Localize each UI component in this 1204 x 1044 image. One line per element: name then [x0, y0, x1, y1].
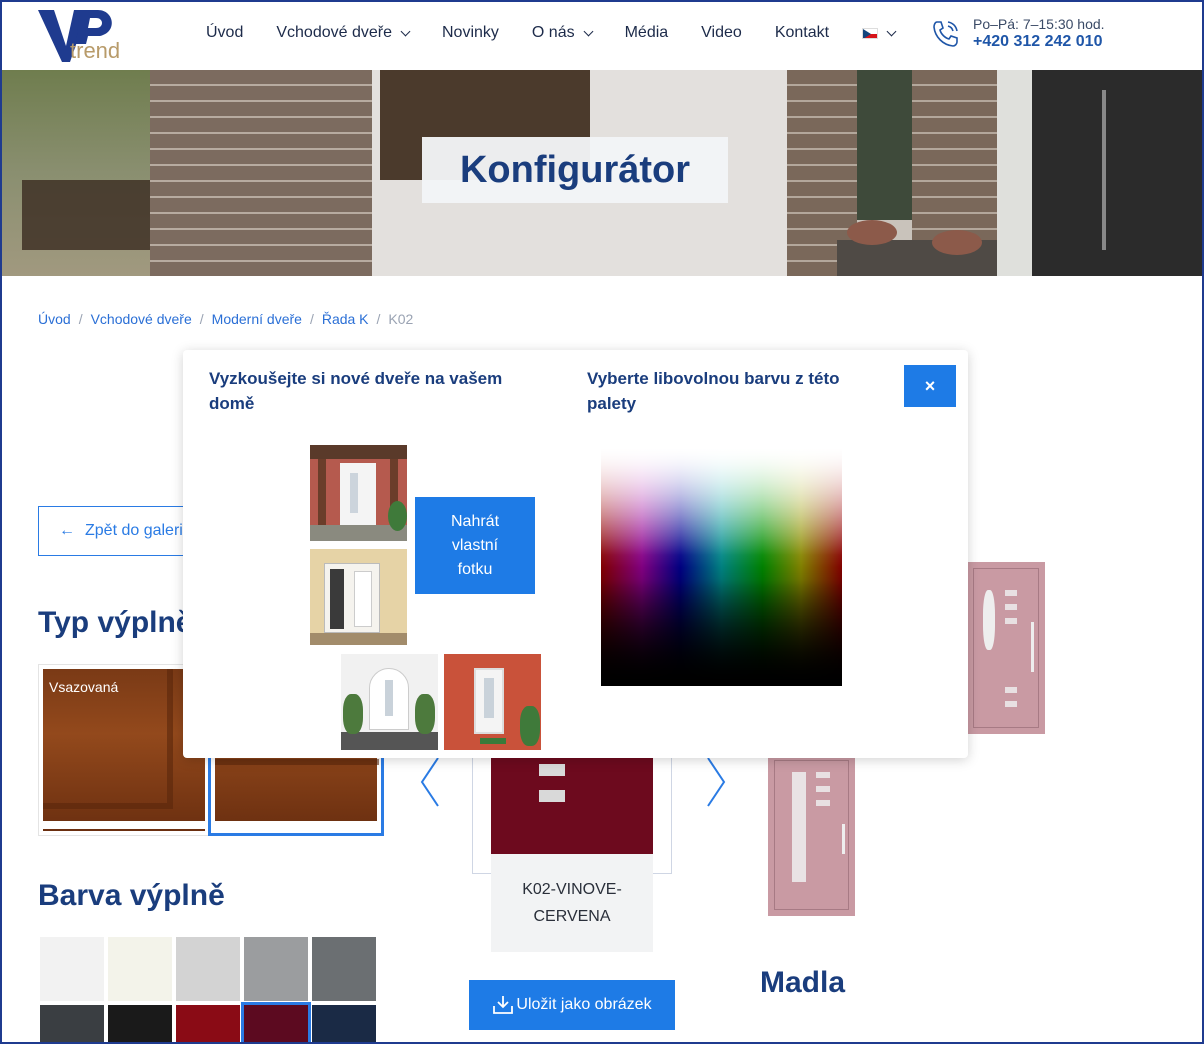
- chevron-down-icon: [886, 26, 897, 36]
- color-swatch[interactable]: [108, 937, 172, 1001]
- handles-heading: Madla: [760, 966, 846, 999]
- download-icon: [493, 996, 514, 1014]
- color-swatches: [38, 935, 382, 1042]
- close-icon: ×: [924, 375, 936, 396]
- nav-item-video[interactable]: Video: [701, 24, 742, 42]
- nav-label: Novinky: [442, 24, 499, 41]
- breadcrumb-link[interactable]: Vchodové dveře: [91, 311, 192, 327]
- nav-label: Úvod: [206, 24, 244, 41]
- modal-right-title: Vyberte libovolnou barvu z této palety: [587, 369, 840, 413]
- door-glass: [539, 764, 565, 776]
- fill-color-heading: Barva výplně: [38, 879, 225, 912]
- upload-label: Nahrát vlastní fotku: [450, 512, 500, 578]
- nav-item-media[interactable]: Média: [625, 24, 669, 42]
- nav-item-kontakt[interactable]: Kontakt: [775, 24, 829, 42]
- photo-configurator-modal: Vyzkoušejte si nové dveře na vašem domě …: [183, 350, 968, 758]
- phone-icon: [933, 21, 958, 47]
- chevron-left-icon[interactable]: [418, 754, 442, 810]
- breadcrumb-current: K02: [388, 311, 414, 327]
- main-nav: Úvod Vchodové dveře Novinky O nás Média …: [206, 24, 928, 42]
- header: trend Úvod Vchodové dveře Novinky O nás …: [2, 2, 1202, 70]
- breadcrumb-separator: /: [376, 311, 381, 327]
- door-thumbnail[interactable]: [768, 754, 855, 916]
- color-swatch[interactable]: [312, 1005, 376, 1042]
- arrow-left-icon: ←: [59, 522, 75, 539]
- breadcrumb-link[interactable]: Úvod: [38, 311, 71, 327]
- czech-flag-icon: [862, 27, 879, 39]
- nav-item-o-nas[interactable]: O nás: [531, 24, 594, 42]
- hero-title-box: Konfigurátor: [422, 137, 728, 203]
- sample-house-photo-1[interactable]: [310, 445, 407, 541]
- chevron-down-icon: [583, 26, 594, 36]
- color-swatch[interactable]: [40, 937, 104, 1001]
- color-swatch[interactable]: [108, 1005, 172, 1042]
- breadcrumb: Úvod / Vchodové dveře / Moderní dveře / …: [38, 311, 413, 327]
- vp-trend-logo[interactable]: trend: [36, 8, 136, 64]
- fill-type-heading: Typ výplně: [38, 606, 193, 639]
- modal-left-title: Vyzkoušejte si nové dveře na vašem domě: [209, 369, 503, 413]
- nav-item-uvod[interactable]: Úvod: [206, 24, 243, 42]
- phone-number[interactable]: +420 312 242 010: [973, 33, 1102, 51]
- breadcrumb-separator: /: [199, 311, 204, 327]
- back-to-gallery-button[interactable]: ← Zpět do galerie: [38, 506, 198, 556]
- door-thumbnail[interactable]: [967, 562, 1045, 734]
- page: trend Úvod Vchodové dveře Novinky O nás …: [0, 0, 1204, 1044]
- sample-house-photo-3[interactable]: [341, 654, 438, 750]
- sample-house-photo-2[interactable]: [310, 549, 407, 645]
- chevron-right-icon[interactable]: [704, 754, 728, 810]
- color-swatch[interactable]: [312, 937, 376, 1001]
- nav-item-vchodove-dvere[interactable]: Vchodové dveře: [276, 24, 411, 42]
- chevron-down-icon: [400, 26, 411, 36]
- door-model-label: K02-VINOVE-CERVENA: [522, 881, 622, 925]
- nav-label: Kontakt: [774, 24, 830, 41]
- door-preview: [491, 750, 653, 854]
- close-button[interactable]: ×: [904, 365, 956, 407]
- save-label: Uložit jako obrázek: [516, 996, 652, 1013]
- color-swatch[interactable]: [244, 937, 308, 1001]
- sample-house-photo-4[interactable]: [444, 654, 541, 750]
- breadcrumb-link[interactable]: Moderní dveře: [212, 311, 302, 327]
- color-swatch[interactable]: [176, 937, 240, 1001]
- nav-item-novinky[interactable]: Novinky: [442, 24, 499, 42]
- door-glass: [539, 790, 565, 802]
- door-label-box: K02-VINOVE-CERVENA: [491, 854, 653, 952]
- breadcrumb-separator: /: [309, 311, 314, 327]
- nav-label: Vchodové dveře: [276, 24, 392, 41]
- language-switcher[interactable]: [862, 26, 897, 39]
- nav-label: Média: [624, 24, 669, 41]
- save-as-image-button[interactable]: Uložit jako obrázek: [469, 980, 675, 1030]
- breadcrumb-separator: /: [78, 311, 83, 327]
- back-label: Zpět do galerie: [85, 522, 192, 539]
- nav-label: Video: [701, 24, 742, 41]
- hero-banner: Konfigurátor: [2, 70, 1202, 276]
- color-swatch[interactable]: [176, 1005, 240, 1042]
- upload-photo-button[interactable]: Nahrát vlastní fotku: [415, 497, 535, 594]
- breadcrumb-link[interactable]: Řada K: [322, 311, 369, 327]
- page-title: Konfigurátor: [459, 148, 691, 191]
- logo-wordmark: trend: [70, 38, 120, 63]
- color-swatch[interactable]: [241, 1002, 311, 1042]
- fill-type-label: Vsazovaná: [49, 679, 119, 695]
- color-swatch[interactable]: [40, 1005, 104, 1042]
- opening-hours: Po–Pá: 7–15:30 hod.: [973, 16, 1105, 32]
- color-palette-picker[interactable]: [601, 448, 842, 686]
- nav-label: O nás: [531, 24, 575, 41]
